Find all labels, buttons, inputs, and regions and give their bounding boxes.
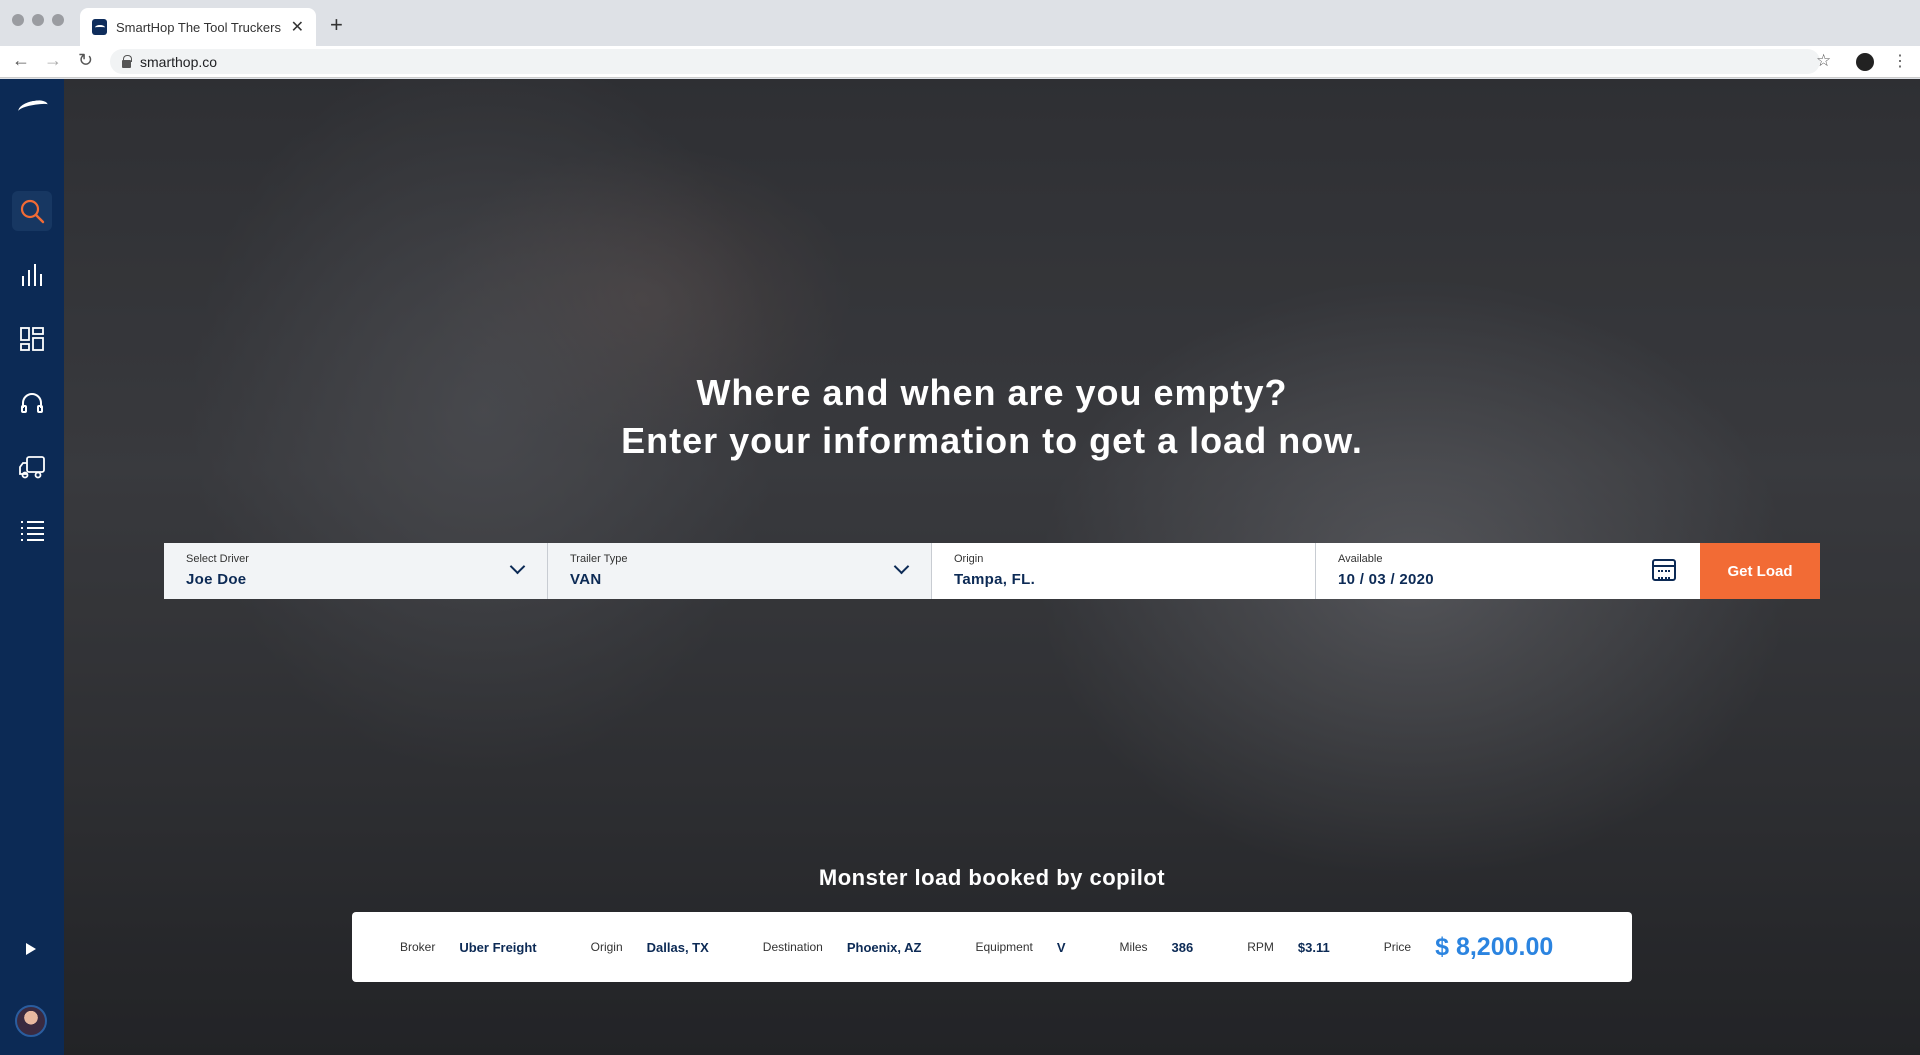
sidebar-item-analytics[interactable]: [12, 255, 52, 295]
trailer-type-label: Trailer Type: [570, 553, 628, 565]
available-label: Available: [1338, 553, 1383, 565]
trailer-type-value: VAN: [570, 571, 602, 588]
destination-value: Phoenix, AZ: [846, 939, 922, 955]
play-icon[interactable]: [26, 943, 36, 955]
browser-tab[interactable]: SmartHop The Tool Truckers U ✕: [80, 8, 316, 46]
price-value: $ 8,200.00: [1435, 932, 1554, 961]
driver-select[interactable]: Select Driver Joe Doe: [164, 543, 548, 599]
hero-line-2-prefix: Enter your information to: [621, 420, 1090, 461]
sidebar-item-search[interactable]: [12, 191, 52, 231]
close-tab-icon[interactable]: ✕: [291, 17, 304, 37]
available-date-input[interactable]: Available 10 / 03 / 2020: [1316, 543, 1700, 599]
search-icon: [20, 199, 45, 224]
lock-icon: [122, 54, 132, 68]
driver-value: Joe Doe: [186, 571, 247, 588]
arrow-right-icon[interactable]: →: [44, 50, 62, 71]
miles-field: Miles 386: [1120, 940, 1194, 955]
dashboard-icon: [20, 327, 44, 351]
rpm-label: RPM: [1247, 940, 1274, 954]
destination-label: Destination: [762, 940, 823, 954]
url-text: smarthop.co: [140, 53, 218, 70]
star-icon[interactable]: ☆: [1816, 51, 1831, 71]
sidebar: [0, 79, 64, 1055]
profile-avatar[interactable]: [1856, 53, 1874, 71]
url-input[interactable]: smarthop.co: [110, 49, 1820, 74]
list-icon: [21, 521, 44, 541]
origin-value: Tampa, FL.: [954, 571, 1036, 588]
address-bar: ← → ↻ smarthop.co ☆ ⋮: [0, 46, 1920, 78]
minimize-window-button[interactable]: [32, 14, 44, 26]
load-search-form: Select Driver Joe Doe Trailer Type VAN O…: [164, 543, 1820, 599]
equipment-value: V: [1056, 939, 1066, 955]
origin-value: Dallas, TX: [646, 939, 709, 955]
kebab-menu-icon[interactable]: ⋮: [1892, 51, 1908, 71]
hero-line-1: Where and when are you empty?: [696, 372, 1288, 413]
sidebar-item-support[interactable]: [12, 383, 52, 423]
equipment-label: Equipment: [975, 940, 1033, 954]
bar-chart-icon: [22, 264, 42, 286]
truck-icon: [19, 456, 45, 479]
arrow-left-icon[interactable]: ←: [12, 50, 30, 71]
page: Where and when are you empty? Enter your…: [0, 79, 1920, 1055]
smarthop-logo-icon[interactable]: [17, 98, 49, 118]
miles-label: Miles: [1119, 940, 1148, 954]
broker-label: Broker: [400, 940, 436, 954]
origin-input[interactable]: Origin Tampa, FL.: [932, 543, 1316, 599]
trailer-type-select[interactable]: Trailer Type VAN: [548, 543, 932, 599]
destination-field: Destination Phoenix, AZ: [763, 940, 922, 955]
booked-load-title: Monster load booked by copilot: [818, 865, 1166, 890]
headset-icon: [21, 393, 43, 413]
sidebar-item-trucks[interactable]: [12, 447, 52, 487]
close-window-button[interactable]: [12, 14, 24, 26]
price-field: Price $ 8,200.00: [1384, 933, 1554, 962]
origin-label: Origin: [954, 553, 984, 565]
broker-field: Broker Uber Freight: [400, 940, 537, 955]
rpm-value: $3.11: [1297, 939, 1330, 955]
driver-label: Select Driver: [186, 553, 249, 565]
browser-tab-bar: SmartHop The Tool Truckers U ✕ +: [0, 0, 1920, 46]
rpm-field: RPM $3.11: [1247, 940, 1330, 955]
new-tab-button[interactable]: +: [330, 12, 343, 38]
origin-field: Origin Dallas, TX: [591, 940, 709, 955]
user-avatar[interactable]: [15, 1005, 47, 1037]
broker-value: Uber Freight: [459, 939, 537, 955]
hero-headline: Where and when are you empty? Enter your…: [64, 369, 1920, 465]
maximize-window-button[interactable]: [52, 14, 64, 26]
equipment-field: Equipment V: [975, 940, 1065, 955]
calendar-icon[interactable]: [1652, 559, 1676, 581]
price-label: Price: [1383, 940, 1412, 954]
booked-load-card: Broker Uber Freight Origin Dallas, TX De…: [352, 912, 1632, 982]
get-load-button[interactable]: Get Load: [1700, 543, 1820, 599]
tab-title: SmartHop The Tool Truckers U: [115, 19, 285, 35]
reload-icon[interactable]: ↻: [78, 50, 93, 71]
origin-label: Origin: [590, 940, 623, 954]
available-value: 10 / 03 / 2020: [1338, 571, 1434, 588]
hero-line-2-bold: get a load now.: [1089, 420, 1363, 461]
sidebar-item-list[interactable]: [12, 511, 52, 551]
sidebar-item-dashboard[interactable]: [12, 319, 52, 359]
smarthop-favicon-icon: [92, 19, 107, 35]
miles-value: 386: [1171, 939, 1194, 955]
